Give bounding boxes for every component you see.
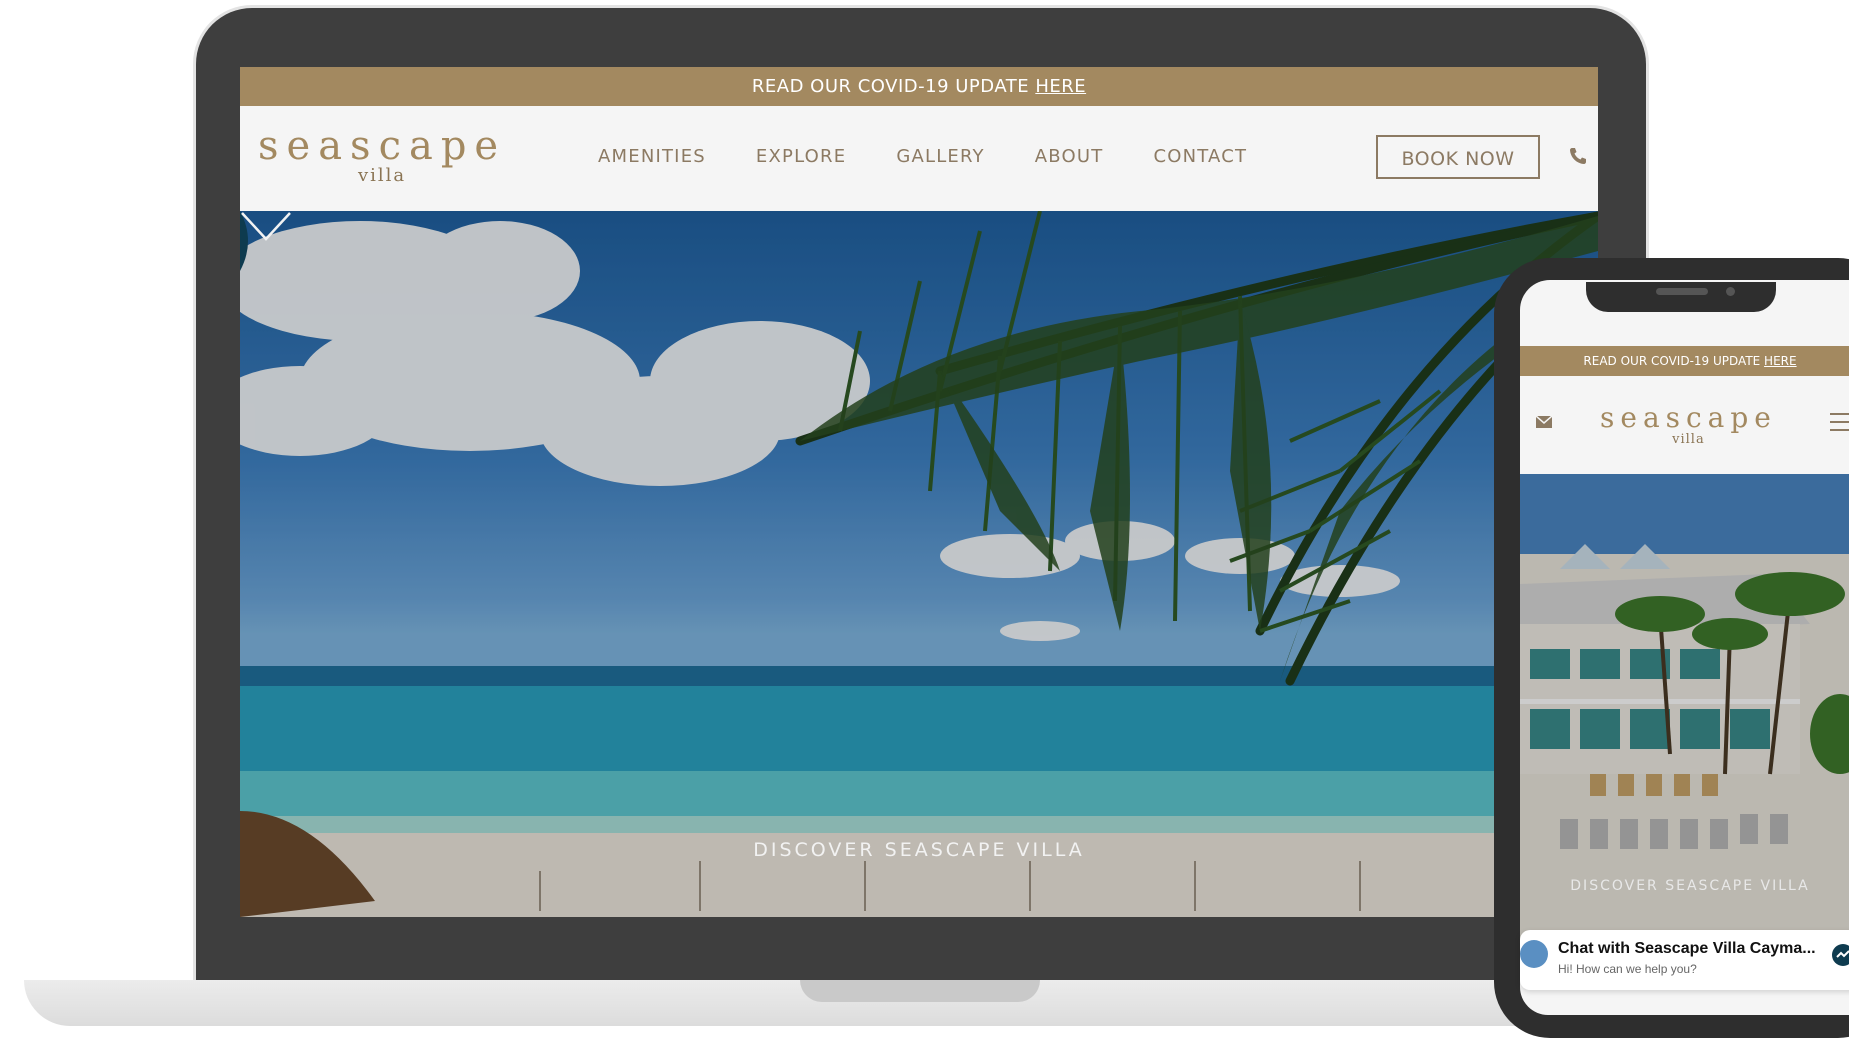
logo-sub: villa [357,165,407,186]
book-now-button[interactable]: BOOK NOW [1376,135,1540,179]
chat-subtitle: Hi! How can we help you? [1558,962,1697,976]
nav-contact[interactable]: CONTACT [1153,146,1247,167]
phone-notch [1586,282,1776,312]
main-nav: AMENITIES EXPLORE GALLERY ABOUT CONTACT [598,146,1247,167]
laptop-notch [800,980,1040,1002]
nav-explore[interactable]: EXPLORE [756,146,846,167]
villa-scene [1520,474,1849,974]
envelope-icon[interactable] [1536,416,1552,428]
mobile-hero-caption: DISCOVER SEASCAPE VILLA [1570,878,1810,894]
logo-word: seascape [258,123,507,169]
mobile-logo[interactable]: seascape villa [1600,401,1777,448]
phone-frame: READ OUR COVID-19 UPDATE HERE seascape v… [1494,258,1849,1038]
mobile-logo-word: seascape [1600,401,1777,434]
mobile-website: READ OUR COVID-19 UPDATE HERE seascape v… [1520,280,1849,1015]
mobile-covid-update-link[interactable]: HERE [1764,354,1797,368]
covid-update-link[interactable]: HERE [1035,76,1086,97]
covid-banner-text: READ OUR COVID-19 UPDATE [751,76,1036,97]
hero-overlay [240,211,1598,917]
hamburger-icon[interactable] [1830,412,1849,432]
mobile-logo-sub: villa [1672,432,1705,447]
hero-image: DISCOVER SEASCAPE VILLA [240,211,1598,917]
chat-widget[interactable]: Chat with Seascape Villa Cayma... Hi! Ho… [1520,930,1849,990]
hero-caption: DISCOVER SEASCAPE VILLA [753,839,1085,861]
desktop-website: READ OUR COVID-19 UPDATE HERE seascape v… [240,67,1598,917]
chat-title: Chat with Seascape Villa Cayma... [1558,940,1816,957]
nav-amenities[interactable]: AMENITIES [598,146,706,167]
logo[interactable]: seascape villa [258,126,506,186]
avatar [1520,940,1548,968]
covid-banner: READ OUR COVID-19 UPDATE HERE [240,67,1598,106]
nav-gallery[interactable]: GALLERY [896,146,984,167]
camera [1726,287,1735,296]
mobile-hero-image [1520,474,1849,974]
chevron-down-icon[interactable] [240,211,292,241]
phone-icon[interactable] [1568,146,1588,166]
mobile-covid-banner: READ OUR COVID-19 UPDATE HERE [1520,346,1849,376]
mobile-covid-banner-text: READ OUR COVID-19 UPDATE [1583,354,1765,368]
messenger-icon[interactable] [1832,944,1849,966]
nav-about[interactable]: ABOUT [1035,146,1104,167]
speaker [1656,288,1708,295]
mobile-header: seascape villa [1520,376,1849,474]
site-header: seascape villa AMENITIES EXPLORE GALLERY… [240,106,1598,211]
